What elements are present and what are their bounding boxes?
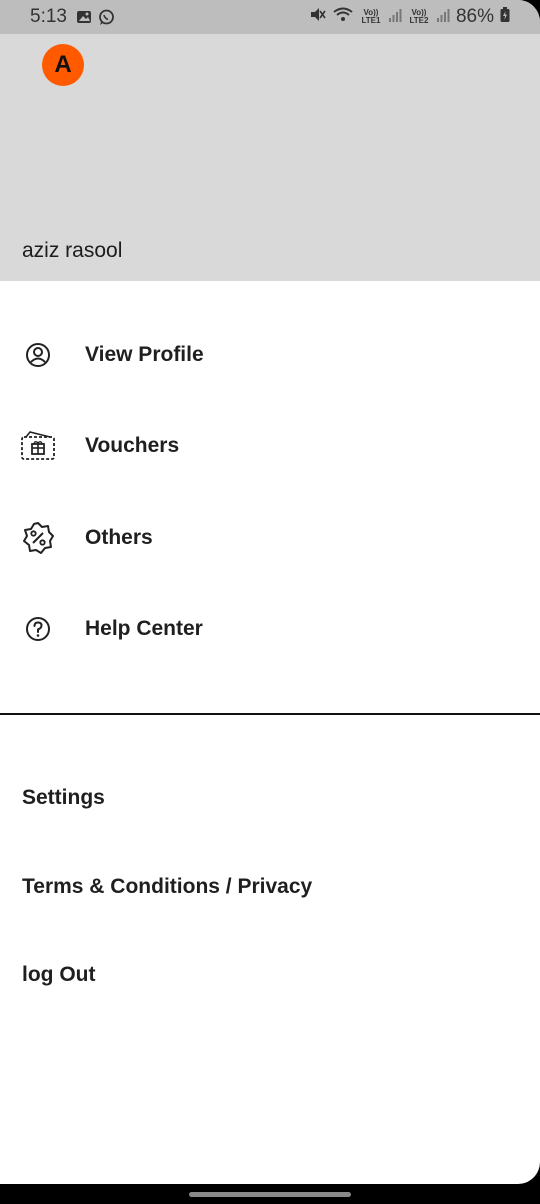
settings-link[interactable]: Settings [22, 786, 105, 810]
whatsapp-icon [98, 9, 115, 31]
menu-item-vouchers[interactable]: Vouchers [0, 416, 540, 476]
menu-label-help-center: Help Center [85, 617, 203, 640]
user-name: aziz rasool [22, 239, 123, 262]
battery-level: 86% [455, 6, 494, 27]
menu-item-view-profile[interactable]: View Profile [0, 325, 540, 385]
percent-badge-icon [20, 520, 56, 556]
avatar-letter: A [54, 51, 72, 78]
wifi-icon [332, 6, 354, 28]
mute-icon [309, 6, 326, 28]
menu-label-view-profile: View Profile [85, 343, 204, 366]
menu-label-vouchers: Vouchers [85, 434, 180, 457]
lte2-indicator: Vo)) LTE2 [409, 8, 429, 25]
app-screen: 5:13 Vo)) LTE1 Vo)) LTE2 86% A aziz raso… [0, 0, 540, 1184]
help-circle-icon [20, 611, 56, 647]
notification-icons [76, 9, 115, 31]
signal-icon-2 [436, 7, 450, 28]
status-time: 5:13 [30, 6, 67, 27]
battery-icon [500, 6, 510, 28]
menu-item-others[interactable]: Others [0, 508, 540, 568]
user-circle-icon [20, 337, 56, 373]
avatar[interactable]: A [42, 44, 84, 86]
status-bar: 5:13 Vo)) LTE1 Vo)) LTE2 86% [0, 0, 540, 34]
system-icons: Vo)) LTE1 Vo)) LTE2 86% [309, 6, 510, 28]
logout-link[interactable]: log Out [22, 963, 95, 987]
menu-label-others: Others [85, 526, 153, 549]
voucher-icon [20, 428, 56, 464]
section-divider [0, 713, 540, 715]
drawer-header: A aziz rasool [0, 34, 540, 281]
menu-item-help-center[interactable]: Help Center [0, 599, 540, 659]
gesture-nav-handle[interactable] [189, 1192, 351, 1197]
terms-privacy-link[interactable]: Terms & Conditions / Privacy [22, 875, 312, 899]
signal-icon [388, 7, 402, 28]
lte1-indicator: Vo)) LTE1 [361, 8, 381, 25]
gallery-icon [76, 9, 92, 31]
